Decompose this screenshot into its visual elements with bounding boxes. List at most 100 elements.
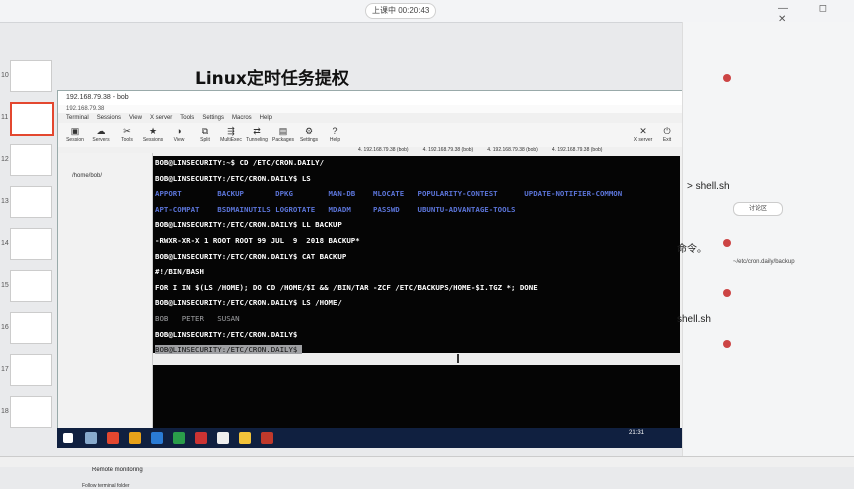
session-tab[interactable]: 4. 192.168.79.38 (bob) [552, 147, 603, 153]
toolbar-button[interactable]: ⏻ Exit [656, 125, 678, 147]
menu-item[interactable]: Settings [202, 115, 224, 121]
menu-item[interactable]: X server [150, 115, 172, 121]
toolbar-label: Sessions [142, 137, 164, 143]
terminal-line: BOB@LINSECURITY:/ETC/CRON.DAILY$ LS [155, 173, 311, 183]
slide-number: 18 [1, 408, 9, 415]
xshell-taskbar-icon[interactable] [107, 432, 119, 444]
toolbar-label: Tunneling [246, 137, 268, 143]
user-avatar [723, 239, 731, 247]
sidebar-root-node[interactable]: /home/bob/ [72, 173, 102, 179]
slide-number: 10 [1, 72, 9, 79]
slide-number: 15 [1, 282, 9, 289]
app-icon[interactable] [195, 432, 207, 444]
toolbar-button[interactable]: ☁ Servers [90, 125, 112, 147]
menu-item[interactable]: Macros [232, 115, 252, 121]
toolbar-label: Split [200, 137, 210, 143]
toolbar-button[interactable]: ✂ Tools [116, 125, 138, 147]
toolbar-label: View [173, 137, 185, 143]
xshell-title: 192.168.79.38 - bob [58, 91, 683, 105]
terminal-line: BOB@LINSECURITY:/ETC/CRON.DAILY$ LS /HOM… [155, 298, 342, 308]
toolbar-button[interactable]: ⇶ MultiExec [220, 125, 242, 147]
windows-start-icon[interactable] [63, 433, 73, 443]
menu-item[interactable]: Terminal [66, 115, 89, 121]
status-bar [0, 456, 854, 467]
slide-thumbnail[interactable] [10, 312, 52, 344]
search-icon[interactable] [85, 432, 97, 444]
servers-icon: ☁ [96, 126, 106, 136]
menu-item[interactable]: Help [260, 115, 272, 121]
app-icon[interactable] [261, 432, 273, 444]
terminal-line: FOR I IN $(LS /HOME); DO CD /HOME/$I && … [155, 282, 538, 292]
toolbar-label: Tools [121, 137, 133, 143]
current-line-highlight [153, 353, 680, 365]
session-tab[interactable]: 4. 192.168.79.38 (bob) [423, 147, 474, 153]
taskbar-clock: 21:31 [629, 430, 645, 436]
terminal-line: BOB@LINSECURITY:/ETC/CRON.DAILY$ CAT BAC… [155, 251, 347, 261]
toolbar-button[interactable]: ⇄ Tunneling [246, 125, 268, 147]
toolbar-button[interactable]: ⚙ Settings [298, 125, 320, 147]
app-icon[interactable] [217, 432, 229, 444]
slide-thumbnail[interactable] [10, 354, 52, 386]
toolbar-label: Help [329, 137, 341, 143]
shell-script-text-2: shell.sh [677, 314, 711, 325]
slide-thumbnail[interactable] [10, 102, 54, 136]
slide-thumbnail[interactable] [10, 60, 52, 92]
app-icon[interactable] [239, 432, 251, 444]
toolbar-button[interactable]: ▤ Packages [272, 125, 294, 147]
app-icon[interactable] [151, 432, 163, 444]
toolbar-button[interactable]: ⧉ Split [194, 125, 216, 147]
slide-thumbnail[interactable] [10, 186, 52, 218]
user-avatar [723, 289, 731, 297]
terminal-line: APPORT BACKUP DPKG MAN-DB MLOCATE POPULA… [155, 189, 623, 199]
tunneling-icon: ⇄ [253, 126, 261, 136]
terminal-line: BOB PETER SUSAN [155, 314, 240, 323]
discussion-tab[interactable]: 讨论区 [733, 202, 783, 216]
remote-monitoring-checkbox[interactable]: Remote monitoring [92, 467, 143, 473]
toolbar-label: Settings [299, 137, 319, 143]
recording-badge[interactable]: 上课中 00:20:43 [365, 3, 437, 19]
sessions-icon: ★ [148, 126, 158, 136]
slide-thumbnail[interactable] [10, 144, 52, 176]
slide-thumbnail[interactable] [10, 396, 52, 428]
terminal-line: BOB@LINSECURITY:/ETC/CRON.DAILY$ [155, 329, 298, 339]
xshell-menu: Terminal Sessions View X server Tools Setting… [58, 113, 683, 123]
toolbar-label: Servers [92, 137, 110, 143]
slide-number: 11 [1, 114, 9, 121]
xshell-sidebar: /home/bob/ Remote monitoring Follow term… [58, 153, 153, 489]
command-text: 命令。 [677, 244, 707, 255]
toolbar-button[interactable]: ★ Sessions [142, 125, 164, 147]
toolbar-button[interactable]: ◑ View [168, 125, 190, 147]
menu-item[interactable]: View [129, 115, 142, 121]
terminal-line: APT-COMPAT BSDMAINUTILS LOGROTATE MDADM … [155, 204, 516, 214]
terminal-line: #!/BIN/BASH [155, 267, 204, 277]
terminal-line: BOB@LINSECURITY:~$ CD /ETC/CRON.DAILY/ [155, 158, 325, 167]
slide-number: 16 [1, 324, 9, 331]
menu-item[interactable]: Tools [180, 115, 194, 121]
app-icon[interactable] [173, 432, 185, 444]
shell-script-text-1: > shell.sh [687, 181, 730, 192]
help-icon: ? [332, 126, 338, 136]
toolbar-button[interactable]: ✕ X server [632, 125, 654, 147]
xshell-address: 192.168.79.38 [58, 105, 683, 113]
menu-item[interactable]: Sessions [97, 115, 121, 121]
session-tab[interactable]: 4. 192.168.79.38 (bob) [358, 147, 409, 153]
folder-icon[interactable] [129, 432, 141, 444]
tools-icon: ✂ [123, 126, 131, 136]
session-icon: ▣ [70, 126, 80, 136]
toolbar-button[interactable]: ? Help [324, 125, 346, 147]
user-avatar [723, 340, 731, 348]
view-icon: ◑ [176, 126, 182, 136]
x-icon: ✕ [639, 126, 647, 136]
terminal-line: BOB@LINSECURITY:/ETC/CRON.DAILY$ [155, 345, 302, 355]
slide-thumbnail[interactable] [10, 228, 52, 260]
text-cursor [457, 354, 459, 363]
slide-thumbnail[interactable] [10, 270, 52, 302]
session-tab[interactable]: 4. 192.168.79.38 (bob) [487, 147, 538, 153]
terminal-line: -RWXR-XR-X 1 ROOT ROOT 99 JUL 9 2018 BAC… [155, 236, 360, 245]
slide-thumbnails: 10 11 12 13 14 15 16 17 18 [0, 60, 54, 460]
terminal[interactable]: BOB@LINSECURITY:~$ CD /ETC/CRON.DAILY/BO… [153, 156, 680, 443]
toolbar-button[interactable]: ▣ Session [64, 125, 86, 147]
packages-icon: ▤ [278, 126, 288, 136]
follow-terminal-checkbox[interactable]: Follow terminal folder [82, 483, 130, 489]
discussion-panel: > shell.sh 讨论区 命令。 ~/etc/cron.daily/back… [677, 22, 854, 462]
